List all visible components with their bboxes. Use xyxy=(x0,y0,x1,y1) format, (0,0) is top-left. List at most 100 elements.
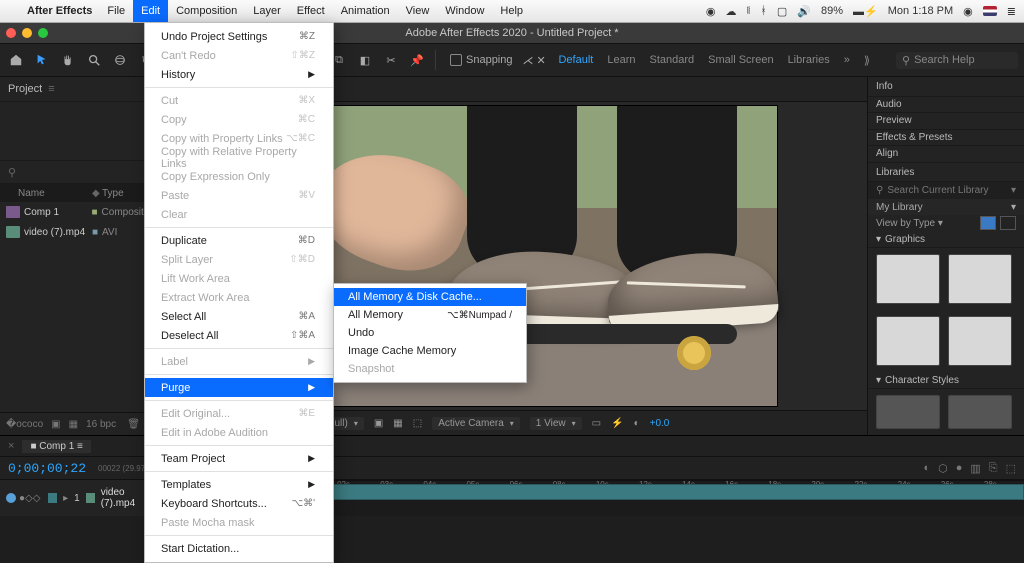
siri-icon[interactable]: ◉ xyxy=(963,5,973,18)
tl-draft-icon[interactable]: ⬚ xyxy=(1006,462,1016,475)
tl-mb-icon[interactable]: ● xyxy=(956,462,963,475)
panel-libraries[interactable]: Libraries xyxy=(868,163,1024,183)
project-panel-title[interactable]: Project≡ xyxy=(0,77,146,102)
ws-standard[interactable]: Standard xyxy=(649,54,694,66)
timeline-timecode[interactable]: 0;00;00;22 xyxy=(8,461,86,476)
puppet-tool-icon[interactable]: 📌 xyxy=(407,50,427,70)
snapping-toggle[interactable]: Snapping⋌ ✕ xyxy=(444,54,552,67)
home-icon[interactable] xyxy=(6,50,26,70)
edit-menu-item[interactable]: Undo Project Settings⌘Z xyxy=(145,27,333,46)
notification-center-icon[interactable]: ≣ xyxy=(1007,5,1016,18)
edit-menu-item[interactable]: Deselect All⇧⌘A xyxy=(145,326,333,345)
col-name[interactable]: Name xyxy=(14,188,92,199)
panel-align[interactable]: Align xyxy=(868,146,1024,163)
fastpreview-icon[interactable]: ⚡ xyxy=(611,418,623,429)
viewby-label[interactable]: View by Type xyxy=(876,218,935,229)
eraser-tool-icon[interactable]: ◧ xyxy=(355,50,375,70)
menu-edit[interactable]: Edit xyxy=(133,0,168,22)
panel-audio[interactable]: Audio xyxy=(868,97,1024,114)
edit-menu-item[interactable]: Team Project▶ xyxy=(145,449,333,468)
menu-window[interactable]: Window xyxy=(437,0,492,22)
share-icon[interactable]: ▭ xyxy=(592,418,601,429)
library-search[interactable]: ⚲ Search Current Library▾ xyxy=(868,182,1024,199)
tl-fx-icon[interactable]: ⬡ xyxy=(938,462,948,475)
layer-color-icon[interactable] xyxy=(48,493,57,503)
app-name[interactable]: After Effects xyxy=(20,5,99,17)
selection-tool-icon[interactable] xyxy=(32,50,52,70)
ws-more-icon[interactable]: » xyxy=(844,54,850,66)
library-select[interactable]: My Library▾ xyxy=(868,199,1024,215)
bluetooth-icon[interactable]: ᚼ xyxy=(760,5,767,17)
cloud-icon[interactable]: ☁ xyxy=(725,5,736,18)
library-thumb[interactable] xyxy=(948,254,1012,304)
toggle-mask-icon[interactable]: ⬚ xyxy=(413,418,422,429)
menu-file[interactable]: File xyxy=(99,0,133,22)
charstyle-thumb[interactable] xyxy=(948,395,1012,429)
layer-clip[interactable] xyxy=(291,484,1024,500)
exposure-icon[interactable]: ◐ xyxy=(634,418,640,429)
edit-menu-item[interactable]: History▶ xyxy=(145,65,333,84)
ws-small-screen[interactable]: Small Screen xyxy=(708,54,773,66)
cc-icon[interactable]: ◉ xyxy=(706,5,716,18)
project-item-video[interactable]: video (7).mp4 ■ AVI xyxy=(0,222,146,242)
tl-cap-icon[interactable]: ⎘ xyxy=(989,462,998,475)
edit-menu-item[interactable]: Purge▶ xyxy=(145,378,333,397)
grid-icon[interactable]: ▦ xyxy=(393,418,402,429)
orbit-tool-icon[interactable] xyxy=(110,50,130,70)
project-item-comp[interactable]: Comp 1 ■ Compositi xyxy=(0,202,146,222)
panel-effects[interactable]: Effects & Presets xyxy=(868,130,1024,147)
exposure-value[interactable]: +0.0 xyxy=(650,418,670,429)
menu-animation[interactable]: Animation xyxy=(333,0,398,22)
camera-dd[interactable]: Active Camera▾ xyxy=(432,417,520,430)
new-comp-icon[interactable]: ▦ xyxy=(69,419,78,430)
col-type[interactable]: Type xyxy=(102,188,146,199)
interpret-icon[interactable]: �ососо xyxy=(6,419,43,430)
input-source-icon[interactable] xyxy=(983,6,997,16)
library-thumb[interactable] xyxy=(948,316,1012,366)
edit-menu-item[interactable]: Start Dictation... xyxy=(145,539,333,558)
tl-graph-icon[interactable]: ▥ xyxy=(970,462,980,475)
close-window-button[interactable] xyxy=(6,28,16,38)
tl-shy-icon[interactable]: ◐ xyxy=(923,462,930,475)
roto-tool-icon[interactable]: ✂ xyxy=(381,50,401,70)
ws-overflow-icon[interactable]: ⟫ xyxy=(864,54,870,67)
timeline-tab[interactable]: ■ Comp 1 ≡ xyxy=(22,440,90,453)
library-thumb[interactable] xyxy=(876,316,940,366)
edit-menu-item[interactable]: Select All⌘A xyxy=(145,307,333,326)
timeline-tracks[interactable]: 01s02s03s04s05s06s08s10s12s14s16s18s20s2… xyxy=(291,480,1024,516)
time-ruler[interactable]: 01s02s03s04s05s06s08s10s12s14s16s18s20s2… xyxy=(291,480,1024,481)
edit-menu-item[interactable]: Templates▶ xyxy=(145,475,333,494)
edit-menu-item[interactable]: Keyboard Shortcuts...⌥⌘' xyxy=(145,494,333,513)
list-view-icon[interactable] xyxy=(1000,216,1016,230)
purge-menu-item[interactable]: Undo xyxy=(334,324,526,342)
views-dd[interactable]: 1 View▾ xyxy=(530,417,582,430)
purge-menu-item[interactable]: Image Cache Memory xyxy=(334,342,526,360)
edit-menu-item[interactable]: Duplicate⌘D xyxy=(145,231,333,250)
trash-icon[interactable]: 🗑 xyxy=(127,419,140,430)
menu-view[interactable]: View xyxy=(398,0,438,22)
lib-graphics-header[interactable]: ▾ Graphics xyxy=(868,232,1024,249)
project-search[interactable]: ⚲ xyxy=(0,160,146,184)
ws-libraries[interactable]: Libraries xyxy=(788,54,830,66)
zoom-window-button[interactable] xyxy=(38,28,48,38)
zoom-tool-icon[interactable] xyxy=(84,50,104,70)
wifi-icon[interactable]: ⧛ xyxy=(746,5,750,18)
ws-default[interactable]: Default xyxy=(558,54,593,66)
purge-menu-item[interactable]: All Memory & Disk Cache... xyxy=(334,288,526,306)
roi-icon[interactable]: ▣ xyxy=(374,418,383,429)
folder-icon[interactable]: ▣ xyxy=(51,419,60,430)
volume-icon[interactable]: 🔊 xyxy=(797,5,811,18)
charstyle-thumb[interactable] xyxy=(876,395,940,429)
menu-effect[interactable]: Effect xyxy=(289,0,333,22)
panel-preview[interactable]: Preview xyxy=(868,113,1024,130)
battery-icon[interactable]: ▬⚡ xyxy=(853,5,878,18)
bpc-badge[interactable]: 16 bpc xyxy=(86,419,116,430)
menu-layer[interactable]: Layer xyxy=(245,0,289,22)
lib-charstyles-header[interactable]: ▾ Character Styles xyxy=(868,372,1024,389)
visibility-toggle-icon[interactable] xyxy=(6,493,16,503)
hand-tool-icon[interactable] xyxy=(58,50,78,70)
menu-help[interactable]: Help xyxy=(492,0,531,22)
minimize-window-button[interactable] xyxy=(22,28,32,38)
help-search[interactable]: ⚲ Search Help xyxy=(896,52,1018,69)
menu-composition[interactable]: Composition xyxy=(168,0,245,22)
